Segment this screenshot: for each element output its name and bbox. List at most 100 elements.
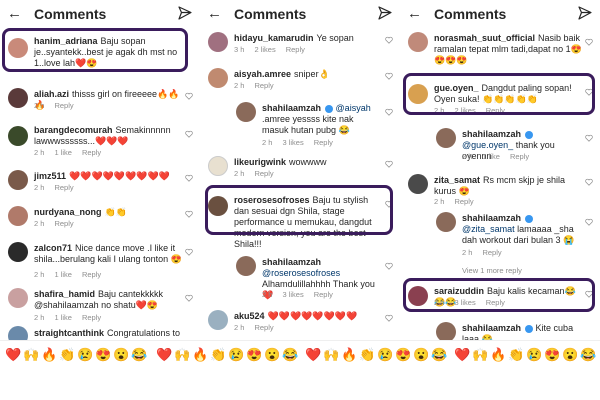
avatar[interactable] xyxy=(208,310,228,330)
comment-likes[interactable]: 1 like xyxy=(54,270,72,279)
avatar[interactable] xyxy=(436,128,456,148)
emoji-button[interactable]: 😍 xyxy=(544,347,560,363)
avatar[interactable] xyxy=(8,326,28,340)
comment-username[interactable]: shahilaamzah xyxy=(462,129,521,139)
emoji-button[interactable]: 🔥 xyxy=(490,347,506,363)
reply-button[interactable]: Reply xyxy=(82,313,101,322)
emoji-button[interactable]: 😢 xyxy=(77,347,93,363)
emoji-button[interactable]: 🔥 xyxy=(41,347,57,363)
emoji-button[interactable]: 🙌 xyxy=(23,347,39,363)
avatar[interactable] xyxy=(8,242,28,262)
back-arrow-icon[interactable]: ← xyxy=(407,6,422,21)
avatar[interactable] xyxy=(8,288,28,308)
comment-likes[interactable]: 1 like xyxy=(54,313,72,322)
emoji-button[interactable]: 😍 xyxy=(246,347,262,363)
reply-button[interactable]: Reply xyxy=(314,290,333,299)
heart-icon[interactable] xyxy=(185,248,193,256)
reply-button[interactable]: Reply xyxy=(314,138,333,147)
heart-icon[interactable] xyxy=(385,262,393,270)
emoji-button[interactable]: 😢 xyxy=(377,347,393,363)
comment-username[interactable]: zalcon71 xyxy=(34,243,72,253)
emoji-button[interactable]: 👏 xyxy=(210,347,226,363)
emoji-button[interactable]: 🔥 xyxy=(341,347,357,363)
reply-button[interactable]: Reply xyxy=(82,270,101,279)
heart-icon[interactable] xyxy=(185,130,193,138)
comment-username[interactable]: shahilaamzah xyxy=(462,323,521,333)
emoji-button[interactable]: 👏 xyxy=(59,347,75,363)
heart-icon[interactable] xyxy=(385,36,393,44)
avatar[interactable] xyxy=(208,156,228,176)
emoji-button[interactable]: 😂 xyxy=(580,347,596,363)
comment-username[interactable]: likeurigwink xyxy=(234,157,286,167)
avatar[interactable] xyxy=(8,170,28,190)
emoji-button[interactable]: 👏 xyxy=(359,347,375,363)
reply-button[interactable]: Reply xyxy=(454,197,473,206)
emoji-button[interactable]: 😂 xyxy=(282,347,298,363)
emoji-button[interactable]: ❤️ xyxy=(454,347,470,363)
heart-icon[interactable] xyxy=(185,174,193,182)
comment-username[interactable]: barangdecomurah xyxy=(34,125,113,135)
emoji-button[interactable]: 😮 xyxy=(264,347,280,363)
emoji-button[interactable]: 😂 xyxy=(431,347,447,363)
comment-username[interactable]: shahilaamzah xyxy=(262,103,321,113)
comment-username[interactable]: aku524 xyxy=(234,311,265,321)
comment-username[interactable]: jimz511 xyxy=(34,171,66,181)
emoji-button[interactable]: 😢 xyxy=(228,347,244,363)
avatar[interactable] xyxy=(436,212,456,232)
heart-icon[interactable] xyxy=(185,210,193,218)
avatar[interactable] xyxy=(408,174,428,194)
emoji-button[interactable]: 😢 xyxy=(526,347,542,363)
comment-username[interactable]: shahilaamzah xyxy=(262,257,321,267)
emoji-button[interactable]: 😮 xyxy=(113,347,129,363)
comment-likes[interactable]: 1 like xyxy=(482,152,500,161)
direct-send-icon[interactable] xyxy=(378,6,392,20)
reply-button[interactable]: Reply xyxy=(254,323,273,332)
avatar[interactable] xyxy=(208,32,228,52)
comment-username[interactable]: straightcanthink xyxy=(34,328,104,338)
emoji-button[interactable]: 🔥 xyxy=(192,347,208,363)
heart-icon[interactable] xyxy=(585,38,593,46)
reply-button[interactable]: Reply xyxy=(510,152,529,161)
comment-username[interactable]: nurdyana_nong xyxy=(34,207,102,217)
emoji-button[interactable]: 😂 xyxy=(131,347,147,363)
avatar[interactable] xyxy=(236,102,256,122)
heart-icon[interactable] xyxy=(385,160,393,168)
direct-send-icon[interactable] xyxy=(178,6,192,20)
comment-likes[interactable]: 3 likes xyxy=(282,290,303,299)
comment-username[interactable]: norasmah_suut_official xyxy=(434,33,535,43)
avatar[interactable] xyxy=(8,206,28,226)
reply-button[interactable]: Reply xyxy=(482,248,501,257)
reply-button[interactable]: Reply xyxy=(54,183,73,192)
comment-likes[interactable]: 1 like xyxy=(54,148,72,157)
back-arrow-icon[interactable]: ← xyxy=(7,6,22,21)
emoji-button[interactable]: 😍 xyxy=(95,347,111,363)
mention-link[interactable]: @gue.oyen_ xyxy=(462,140,513,150)
emoji-button[interactable]: 😍 xyxy=(395,347,411,363)
heart-icon[interactable] xyxy=(385,108,393,116)
comment-username[interactable]: shahilaamzah xyxy=(462,213,521,223)
heart-icon[interactable] xyxy=(585,178,593,186)
heart-icon[interactable] xyxy=(185,92,193,100)
comment-username[interactable]: zita_samat xyxy=(434,175,480,185)
emoji-button[interactable]: ❤️ xyxy=(305,347,321,363)
emoji-button[interactable]: ❤️ xyxy=(156,347,172,363)
avatar[interactable] xyxy=(208,68,228,88)
direct-send-icon[interactable] xyxy=(578,6,592,20)
mention-link[interactable]: @aisyah xyxy=(336,103,371,113)
mention-link[interactable]: @zita_samat xyxy=(462,224,515,234)
reply-button[interactable]: Reply xyxy=(54,101,73,110)
mention-link[interactable]: @roserosesofroses xyxy=(262,268,340,278)
avatar[interactable] xyxy=(436,322,456,340)
heart-icon[interactable] xyxy=(385,314,393,322)
avatar[interactable] xyxy=(408,32,428,52)
emoji-button[interactable]: 😮 xyxy=(562,347,578,363)
emoji-button[interactable]: 🙌 xyxy=(472,347,488,363)
heart-icon[interactable] xyxy=(185,294,193,302)
avatar[interactable] xyxy=(236,256,256,276)
reply-button[interactable]: Reply xyxy=(54,219,73,228)
emoji-button[interactable]: ❤️ xyxy=(5,347,21,363)
comment-likes[interactable]: 2 likes xyxy=(254,45,275,54)
emoji-button[interactable]: 🙌 xyxy=(174,347,190,363)
comment-likes[interactable]: 3 likes xyxy=(282,138,303,147)
avatar[interactable] xyxy=(8,126,28,146)
